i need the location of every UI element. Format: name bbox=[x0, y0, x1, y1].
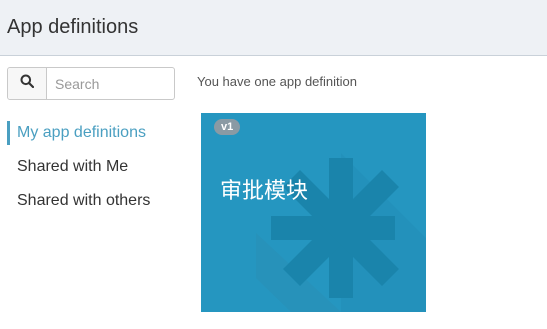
search-icon bbox=[20, 74, 35, 93]
search-input[interactable] bbox=[47, 68, 174, 99]
version-badge: v1 bbox=[214, 119, 241, 135]
app-tile[interactable]: v1 审批模块 bbox=[201, 113, 426, 312]
search-button[interactable] bbox=[8, 68, 47, 99]
sidebar-nav: My app definitions Shared with Me Shared… bbox=[7, 120, 187, 222]
sidebar-item-my-app-definitions[interactable]: My app definitions bbox=[7, 120, 187, 154]
sidebar-item-shared-with-others[interactable]: Shared with others bbox=[7, 188, 187, 222]
search-box bbox=[7, 67, 175, 100]
sidebar-item-label: Shared with Me bbox=[17, 158, 129, 175]
sidebar-item-shared-with-me[interactable]: Shared with Me bbox=[7, 154, 187, 188]
page-title: App definitions bbox=[7, 16, 139, 38]
asterisk-icon bbox=[256, 153, 426, 312]
app-count-text: You have one app definition bbox=[197, 74, 357, 89]
app-name: 审批模块 bbox=[220, 179, 309, 204]
page-header: App definitions bbox=[0, 0, 547, 56]
sidebar-item-label: My app definitions bbox=[17, 124, 146, 141]
sidebar-item-label: Shared with others bbox=[17, 192, 151, 209]
